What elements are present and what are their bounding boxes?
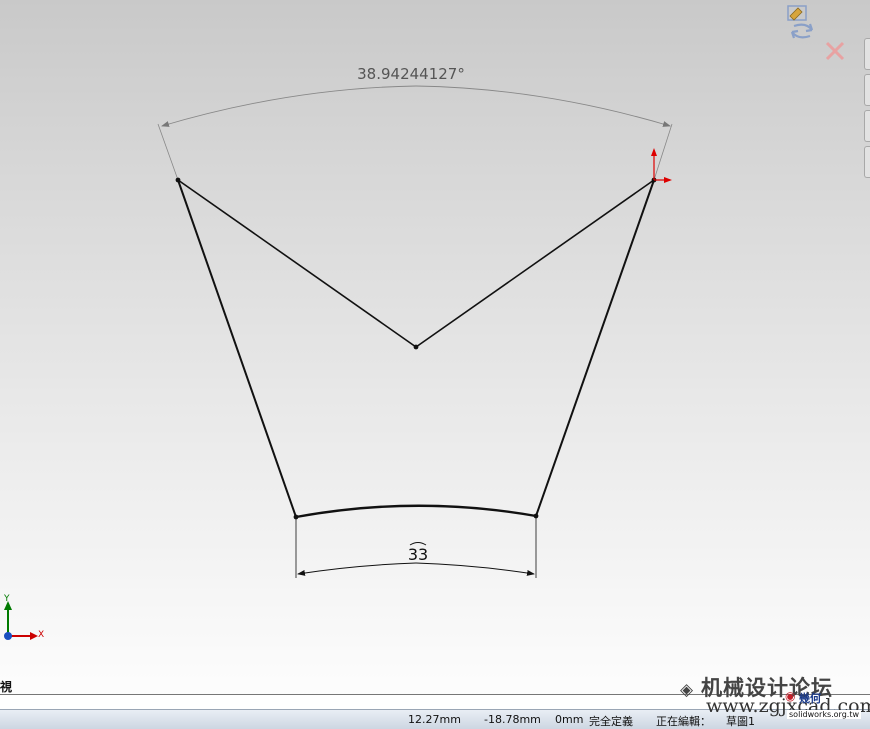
sketch-geometry[interactable] <box>175 177 657 520</box>
exit-sketch-icon[interactable] <box>784 2 818 42</box>
sketch-canvas[interactable]: 38.94244127° 33 <box>0 0 870 729</box>
cancel-x-icon[interactable] <box>822 38 848 64</box>
view-label: 視 <box>0 680 13 694</box>
angle-dimension-arc-right <box>415 85 671 127</box>
status-sketch-state: 完全定義 <box>589 715 633 728</box>
task-pane-tabs <box>864 38 870 184</box>
sketch-point-bottom-right[interactable] <box>533 513 539 519</box>
arc-dimension-value[interactable]: 33 <box>408 545 428 564</box>
status-y-coordinate: -18.78mm <box>484 713 541 726</box>
angle-extension-line-left <box>157 123 179 181</box>
angle-dimension-arc <box>161 85 417 127</box>
angle-dimension[interactable]: 38.94244127° <box>157 65 673 181</box>
task-pane-tab-3[interactable] <box>864 110 870 142</box>
status-z-coordinate: 0mm <box>555 713 584 726</box>
site-logo-url: solidworks.org.tw <box>787 710 861 719</box>
angle-dimension-value[interactable]: 38.94244127° <box>357 65 465 83</box>
confirmation-corner <box>780 2 850 66</box>
status-editing-label: 正在編輯： <box>656 715 711 728</box>
construction-line-right[interactable] <box>415 179 655 348</box>
sketch-point-top-left[interactable] <box>175 177 181 183</box>
forum-logo-icon: ◈ <box>680 680 701 700</box>
arc-dimension-line-left <box>297 562 417 576</box>
task-pane-tab-4[interactable] <box>864 146 870 178</box>
sketch-line-right[interactable] <box>535 179 655 517</box>
graphics-area[interactable]: 38.94244127° 33 <box>0 0 870 729</box>
arc-length-dimension[interactable]: 33 <box>295 518 537 578</box>
status-x-coordinate: 12.27mm <box>408 713 461 726</box>
site-logo-title: 幾何 <box>799 692 821 705</box>
triad-y-label: Y <box>4 594 10 604</box>
triad-x-label: X <box>38 630 45 640</box>
angle-extension-line-right <box>653 123 673 181</box>
sketch-origin-icon <box>651 148 672 183</box>
site-logo-icon: ◉ <box>785 689 796 703</box>
sketch-line-left[interactable] <box>177 179 297 518</box>
sketch-point-bottom-left[interactable] <box>293 514 299 520</box>
reference-triad: Y X <box>0 594 50 644</box>
arc-dimension-line-right <box>415 562 535 576</box>
task-pane-tab-1[interactable] <box>864 38 870 70</box>
sketch-arc-bottom[interactable] <box>295 504 537 519</box>
task-pane-tab-2[interactable] <box>864 74 870 106</box>
construction-line-left[interactable] <box>177 179 417 348</box>
sketch-point-center[interactable] <box>413 344 419 350</box>
site-logo-badge: ◉ 幾何 solidworks.org.tw <box>785 689 867 726</box>
